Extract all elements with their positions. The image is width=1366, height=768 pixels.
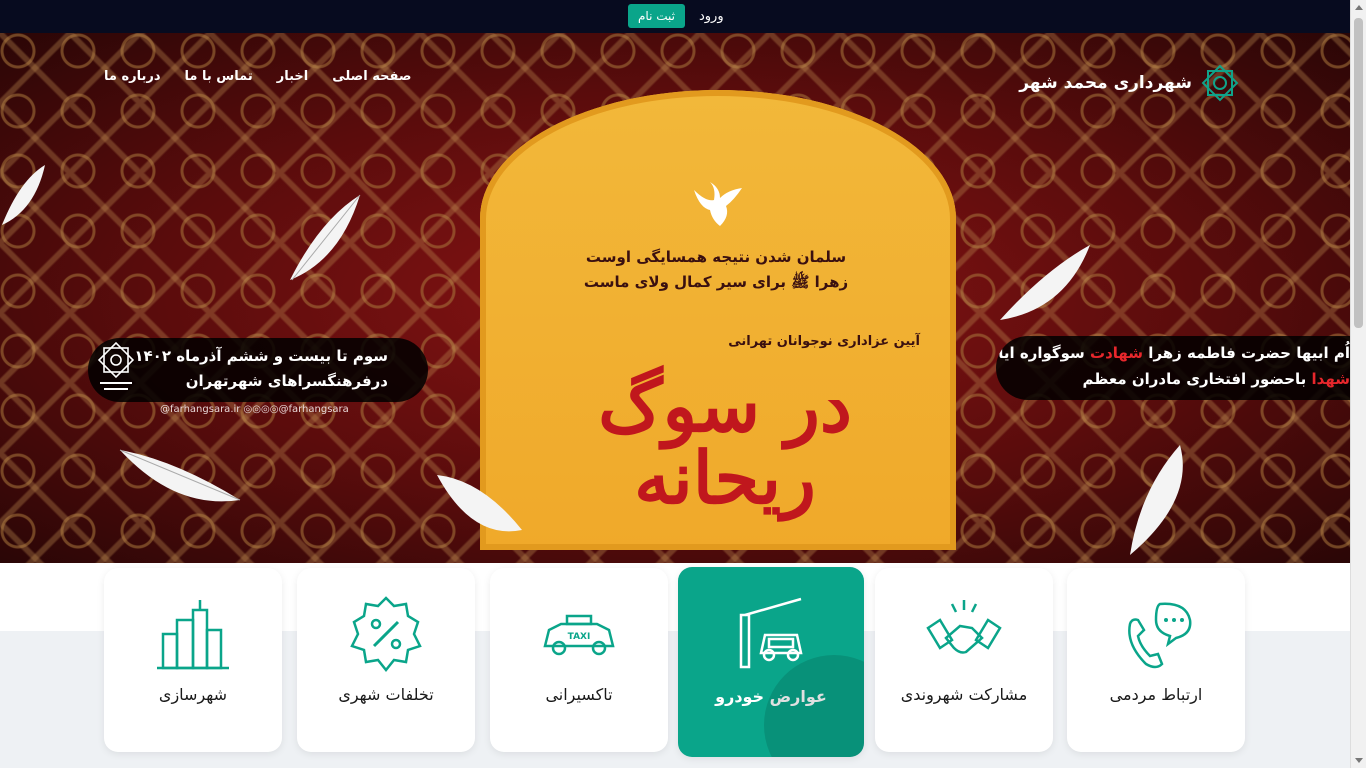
nav-item-home[interactable]: صفحه اصلی xyxy=(332,69,411,84)
scroll-up-arrow-icon[interactable] xyxy=(1355,5,1363,10)
service-card-public-relations[interactable]: ارتباط مردمی xyxy=(1067,568,1245,752)
feather-icon xyxy=(290,194,361,281)
feather-icon xyxy=(1130,445,1183,555)
car-toll-gate-icon xyxy=(739,597,803,669)
city-buildings-icon xyxy=(157,600,229,670)
arch-verse-line1: سلمان شدن نتیجه همسایگی اوست xyxy=(585,248,847,266)
service-card-car-tolls[interactable]: عوارض خودرو xyxy=(678,567,864,757)
service-label: تخلفات شهری xyxy=(338,685,434,704)
nav-item-about[interactable]: درباره ما xyxy=(104,69,161,84)
brand-name: شهرداری محمد شهر xyxy=(1019,73,1192,93)
event-date-banner: سوم تا بیست و ششم آذرماه ۱۴۰۲ درفرهنگسرا… xyxy=(88,338,428,402)
arch-title: در سوگ ریحانه xyxy=(598,363,852,520)
mourning-line2: شهدا باحضور افتخاری مادران معظم xyxy=(1082,370,1350,388)
scroll-down-arrow-icon[interactable] xyxy=(1355,758,1363,763)
mourning-event-banner: اُم ابیها حضرت فاطمه زهرا شهادت سوگواره … xyxy=(996,336,1350,400)
service-card-citizen-participation[interactable]: مشارکت شهروندی xyxy=(875,568,1053,752)
service-card-urban-planning[interactable]: شهرسازی xyxy=(104,568,282,752)
feather-icon xyxy=(437,475,522,532)
top-bar: ثبت نام ورود xyxy=(0,0,1350,33)
handshake-icon xyxy=(926,600,1002,654)
register-button[interactable]: ثبت نام xyxy=(628,4,685,28)
service-label: تاکسیرانی xyxy=(545,685,613,704)
event-date-line1: سوم تا بیست و ششم آذرماه ۱۴۰۲ xyxy=(134,347,388,365)
service-label: مشارکت شهروندی xyxy=(900,685,1028,704)
arch-verse-line2: زهرا ﷺ برای سیر کمال ولای ماست xyxy=(583,273,849,291)
nav-item-news[interactable]: اخبار xyxy=(277,69,309,84)
nav-menu: صفحه اصلی اخبار تماس با ما درباره ما xyxy=(104,69,411,84)
municipality-star-logo-icon xyxy=(1201,64,1239,102)
services-grid: شهرسازی تخلفات شهری TAXI تاکسیرانی عوارض… xyxy=(104,567,1246,768)
service-card-urban-violations[interactable]: تخلفات شهری xyxy=(297,568,475,752)
auth-links: ثبت نام ورود xyxy=(628,4,724,28)
taxi-icon: TAXI xyxy=(543,614,615,656)
service-label: ارتباط مردمی xyxy=(1109,685,1203,704)
service-card-taxi[interactable]: TAXI تاکسیرانی xyxy=(490,568,668,752)
feather-icon xyxy=(1000,245,1090,320)
svg-text:TAXI: TAXI xyxy=(568,632,591,642)
mourning-line2-red: شهدا xyxy=(1311,370,1350,388)
farhangsara-logo-icon xyxy=(97,341,135,390)
mourning-line1-pre: سوگواره ایام xyxy=(996,344,1085,362)
mourning-line1-red: شهادت xyxy=(1090,344,1144,362)
dove-icon xyxy=(694,182,742,226)
mourning-line1: اُم ابیها حضرت فاطمه زهرا شهادت سوگواره … xyxy=(996,344,1350,362)
login-link[interactable]: ورود xyxy=(699,9,724,24)
social-handles: @farhangsara.ir ◎◎◎◎@farhangsara xyxy=(160,404,349,415)
service-label: عوارض خودرو xyxy=(715,687,827,706)
feather-icon xyxy=(119,449,241,502)
phone-chat-icon xyxy=(1128,602,1192,669)
arch-subtitle: آیین عزاداری نوجوانان تهرانی xyxy=(728,334,920,349)
percent-badge-icon xyxy=(350,596,422,673)
mourning-line1-post: اُم ابیها حضرت فاطمه زهرا xyxy=(1148,344,1350,362)
page-scrollbar[interactable] xyxy=(1350,0,1366,768)
event-date-line2: درفرهنگسراهای شهرتهران xyxy=(185,372,388,390)
feather-icon xyxy=(2,165,45,225)
nav-item-contact[interactable]: تماس با ما xyxy=(185,69,253,84)
scroll-thumb[interactable] xyxy=(1354,18,1363,328)
service-label: شهرسازی xyxy=(158,685,228,704)
mourning-line2-pre: باحضور افتخاری مادران معظم xyxy=(1082,370,1307,388)
brand[interactable]: شهرداری محمد شهر xyxy=(1019,63,1240,103)
